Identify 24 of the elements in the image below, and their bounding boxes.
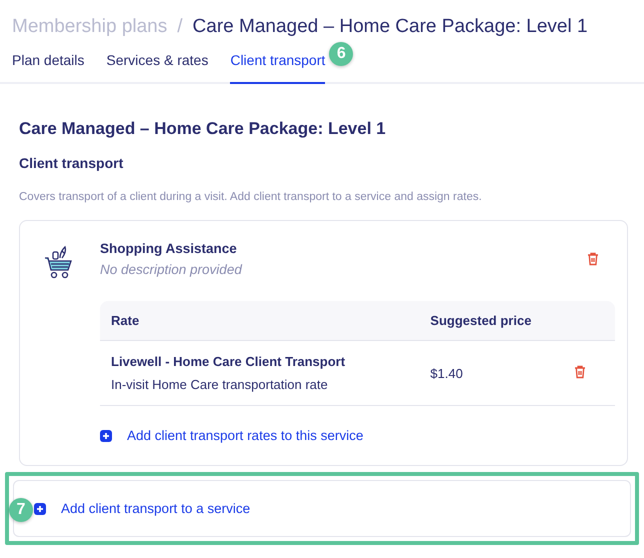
trash-icon[interactable] <box>587 252 599 266</box>
add-icon <box>100 430 112 442</box>
rate-description: In-visit Home Care transportation rate <box>111 377 329 392</box>
section-description: Covers transport of a client during a visit. Add client transport to a service and assign rates. <box>19 190 483 204</box>
rate-name: Livewell - Home Care Client Transport <box>111 354 346 369</box>
add-icon <box>34 502 46 514</box>
add-service-link[interactable]: Add client transport to a service <box>34 501 250 516</box>
shopping-cart-icon <box>44 245 74 281</box>
step-badge: 6 <box>329 42 354 66</box>
column-header: Rate <box>111 313 140 328</box>
step-badge: 7 <box>9 498 33 522</box>
trash-icon[interactable] <box>574 364 586 378</box>
section-title: Client transport <box>19 154 124 172</box>
breadcrumb-separator: / <box>177 16 183 38</box>
column-header: Suggested price <box>430 313 532 328</box>
add-rate-link[interactable]: Add client transport rates to this service <box>100 428 364 443</box>
page-title: Care Managed – Home Care Package: Level 1 <box>19 118 387 140</box>
service-name: Shopping Assistance <box>100 241 238 256</box>
service-description: No description provided <box>100 262 242 277</box>
tab[interactable]: Services & rates <box>106 52 208 84</box>
breadcrumb-current: Care Managed – Home Care Package: Level 1 <box>192 16 588 38</box>
tab[interactable]: Plan details <box>12 52 84 84</box>
price-cell: $1.40 <box>430 366 463 380</box>
tab[interactable]: Client transport <box>230 52 326 84</box>
